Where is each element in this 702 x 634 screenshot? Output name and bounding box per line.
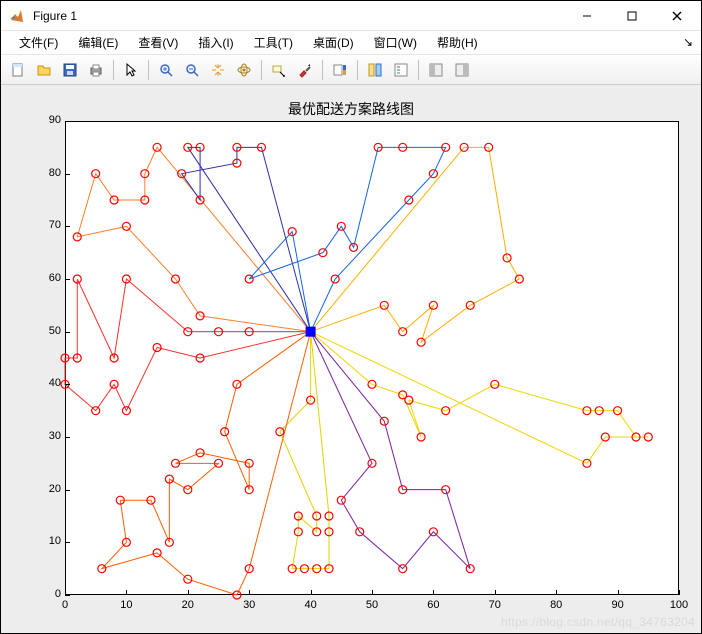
depot-marker xyxy=(306,327,316,337)
window-close-button[interactable] xyxy=(654,1,699,31)
route-line xyxy=(102,332,311,595)
route-line xyxy=(65,279,311,411)
save-icon[interactable] xyxy=(58,58,82,82)
zoom-out-icon[interactable] xyxy=(180,58,204,82)
menu-desktop[interactable]: 桌面(D) xyxy=(303,32,364,53)
figure-toolbar xyxy=(1,55,701,85)
route-line xyxy=(311,332,649,464)
menu-view[interactable]: 查看(V) xyxy=(128,32,188,53)
window-title: Figure 1 xyxy=(31,9,564,23)
menu-window[interactable]: 窗口(W) xyxy=(364,32,427,53)
brush-icon[interactable] xyxy=(293,58,317,82)
route-line xyxy=(311,147,520,342)
zoom-in-icon[interactable] xyxy=(154,58,178,82)
menu-overflow-icon[interactable]: ↘ xyxy=(683,35,693,49)
menu-edit[interactable]: 编辑(E) xyxy=(68,32,128,53)
menu-tools[interactable]: 工具(T) xyxy=(244,32,303,53)
route-line xyxy=(182,147,311,331)
colorbar-icon[interactable] xyxy=(328,58,352,82)
route-line xyxy=(77,147,310,331)
new-file-icon[interactable] xyxy=(6,58,30,82)
menu-bar: 文件(F) 编辑(E) 查看(V) 插入(I) 工具(T) 桌面(D) 窗口(W… xyxy=(1,31,701,55)
pan-icon[interactable] xyxy=(206,58,230,82)
watermark-text: https://blog.csdn.net/qq_34763204 xyxy=(501,615,695,629)
menu-file[interactable]: 文件(F) xyxy=(9,32,68,53)
route-line xyxy=(311,332,471,569)
menu-insert[interactable]: 插入(I) xyxy=(188,32,243,53)
window-minimize-button[interactable] xyxy=(564,1,609,31)
matlab-icon xyxy=(9,8,25,24)
window-maximize-button[interactable] xyxy=(609,1,654,31)
route-line xyxy=(249,147,445,331)
route-line xyxy=(280,332,329,569)
rotate3d-icon[interactable] xyxy=(232,58,256,82)
show-tools-icon[interactable] xyxy=(450,58,474,82)
print-icon[interactable] xyxy=(84,58,108,82)
open-folder-icon[interactable] xyxy=(32,58,56,82)
insert-legend-icon[interactable] xyxy=(389,58,413,82)
figure-canvas[interactable]: 最优配送方案路线图 010203040506070809001020304050… xyxy=(1,85,701,633)
plot-svg xyxy=(1,85,701,633)
data-cursor-icon[interactable] xyxy=(267,58,291,82)
menu-help[interactable]: 帮助(H) xyxy=(427,32,488,53)
hide-tools-icon[interactable] xyxy=(424,58,448,82)
pointer-icon[interactable] xyxy=(119,58,143,82)
link-plot-icon[interactable] xyxy=(363,58,387,82)
